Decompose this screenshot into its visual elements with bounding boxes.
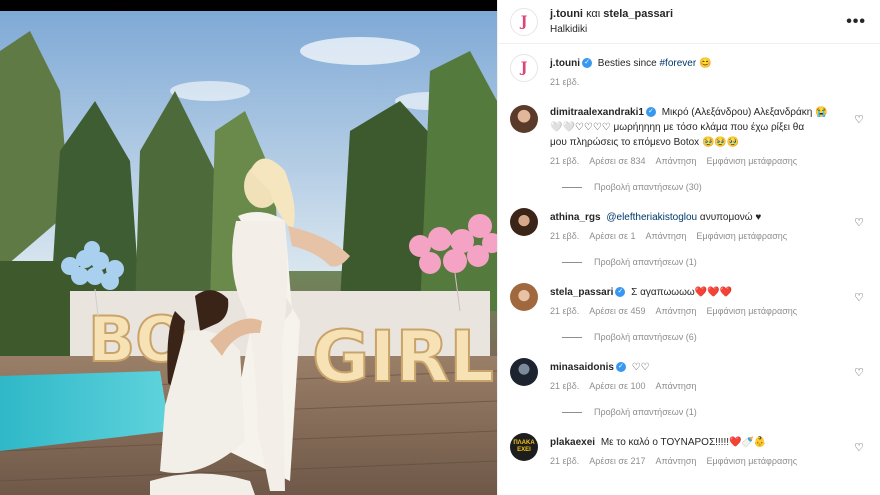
comment-body: stela_passari ✓ Σ αγαπωωωω❤️❤️❤️ 21 εβδ. …	[550, 283, 866, 316]
comment-username[interactable]: athina_rgs	[550, 212, 601, 223]
verified-badge-icon: ✓	[615, 287, 626, 298]
view-replies-label: Προβολή απαντήσεων (1)	[594, 407, 697, 417]
comment-likes[interactable]: Αρέσει σε 834	[589, 156, 645, 166]
comment-time[interactable]: 21 εβδ.	[550, 306, 579, 316]
caption-emoji: 😊	[698, 58, 712, 69]
header-users: j.touni και stela_passari	[550, 7, 846, 22]
comment-username[interactable]: stela_passari	[550, 287, 613, 298]
avatar-letter: J	[520, 13, 528, 30]
header-and: και	[586, 7, 601, 20]
comment-item: minasaidonis ✓ ♡♡ 21 εβδ. Αρέσει σε 100 Α…	[510, 358, 866, 391]
heart-outline-icon[interactable]: ♡	[854, 441, 864, 454]
translate-button[interactable]: Εμφάνιση μετάφρασης	[706, 156, 797, 166]
post-photo[interactable]: BO GIRL	[0, 0, 497, 495]
heart-outline-icon[interactable]: ♡	[854, 291, 864, 304]
post-side-panel: J j.touni και stela_passari Halkidiki ••…	[497, 0, 880, 495]
comment-text-line-1: Μικρό (Αλεξάνδρου) Αλεξανδράκη 😭	[661, 107, 828, 118]
red-hearts-emoji: ❤️❤️❤️	[694, 287, 733, 298]
photo-top-bar	[0, 0, 497, 11]
post-photo-scene: BO GIRL	[0, 11, 497, 495]
comment-body: plakaexei Με το καλό ο ΤΟΥΝΑΡΟΣ!!!!!❤️🍼👶…	[550, 433, 866, 466]
view-replies-button[interactable]: Προβολή απαντήσεων (1)	[562, 407, 866, 417]
comment-emojis: ❤️🍼👶	[729, 437, 767, 448]
commenter-avatar[interactable]	[510, 283, 538, 311]
comment-text: ανυπομονώ ♥	[699, 212, 762, 223]
caption-body: j.touni ✓ Besties since #forever 😊 21 εβδ…	[550, 54, 866, 87]
view-replies-button[interactable]: Προβολή απαντήσεων (1)	[562, 257, 866, 267]
replies-divider	[562, 336, 582, 338]
comment-username[interactable]: dimitraalexandraki1	[550, 107, 644, 118]
reply-button[interactable]: Απάντηση	[656, 456, 697, 466]
comment-body: minasaidonis ✓ ♡♡ 21 εβδ. Αρέσει σε 100 Α…	[550, 358, 866, 391]
comment-text: ♡♡	[631, 362, 650, 373]
view-replies-button[interactable]: Προβολή απαντήσεων (30)	[562, 182, 866, 192]
comment-username[interactable]: minasaidonis	[550, 362, 614, 373]
verified-badge-icon: ✓	[615, 362, 626, 373]
heart-outline-icon[interactable]: ♡	[854, 113, 864, 126]
comment-item: stela_passari ✓ Σ αγαπωωωω❤️❤️❤️ 21 εβδ. …	[510, 283, 866, 316]
author-avatar[interactable]: J	[510, 7, 538, 36]
reply-button[interactable]: Απάντηση	[656, 306, 697, 316]
comment-text-line-2: 🤍🤍♡♡♡♡ μωρήηηηη με τόσο κλάμα που έχω ρί…	[550, 122, 805, 133]
caption-time[interactable]: 21 εβδ.	[550, 77, 579, 87]
comment-time[interactable]: 21 εβδ.	[550, 456, 579, 466]
heart-outline-icon[interactable]: ♡	[854, 366, 864, 379]
comment-text: Σ αγαπωωωω	[631, 287, 695, 298]
comment-username[interactable]: plakaexei	[550, 437, 595, 448]
comments-list: J j.touni ✓ Besties since #forever 😊 21 ε…	[498, 44, 880, 466]
reply-button[interactable]: Απάντηση	[656, 381, 697, 391]
caption-hashtag[interactable]: #forever	[659, 58, 696, 69]
header-text: j.touni και stela_passari Halkidiki	[550, 7, 846, 37]
comment-likes[interactable]: Αρέσει σε 459	[589, 306, 645, 316]
commenter-avatar[interactable]	[510, 208, 538, 236]
header-user-2[interactable]: stela_passari	[603, 8, 673, 20]
commenter-avatar[interactable]	[510, 358, 538, 386]
comment-text-line-3: μου πληρώσεις το επόμενο Botox 🥹🥹🥹	[550, 137, 740, 148]
more-options-icon[interactable]: •••	[846, 13, 866, 31]
comment-mention[interactable]: @eleftheriakistoglou	[606, 212, 697, 223]
commenter-avatar[interactable]: ΠΛΑΚΑ ΕΧΕΙ	[510, 433, 538, 461]
verified-badge-icon: ✓	[582, 58, 592, 69]
post-header: J j.touni και stela_passari Halkidiki ••…	[498, 0, 880, 44]
translate-button[interactable]: Εμφάνιση μετάφρασης	[696, 231, 787, 241]
comment-body: athina_rgs @eleftheriakistoglou ανυπομον…	[550, 208, 866, 241]
heart-outline-icon[interactable]: ♡	[854, 216, 864, 229]
view-replies-label: Προβολή απαντήσεων (6)	[594, 332, 697, 342]
comment-time[interactable]: 21 εβδ.	[550, 156, 579, 166]
caption-text: Besties since	[597, 58, 657, 69]
comment-item: dimitraalexandraki1 ✓ Μικρό (Αλεξάνδρου) …	[510, 105, 866, 166]
view-replies-label: Προβολή απαντήσεων (30)	[594, 182, 702, 192]
translate-button[interactable]: Εμφάνιση μετάφρασης	[706, 456, 797, 466]
comment-body: dimitraalexandraki1 ✓ Μικρό (Αλεξάνδρου) …	[550, 105, 866, 166]
comment-item: ΠΛΑΚΑ ΕΧΕΙ plakaexei Με το καλό ο ΤΟΥΝΑΡ…	[510, 433, 866, 466]
replies-divider	[562, 261, 582, 263]
header-location[interactable]: Halkidiki	[550, 22, 846, 37]
reply-button[interactable]: Απάντηση	[646, 231, 687, 241]
replies-divider	[562, 186, 582, 188]
comment-time[interactable]: 21 εβδ.	[550, 231, 579, 241]
avatar-logo-text: ΠΛΑΚΑ ΕΧΕΙ	[513, 440, 535, 453]
caption-item: J j.touni ✓ Besties since #forever 😊 21 ε…	[510, 54, 866, 87]
comment-time[interactable]: 21 εβδ.	[550, 381, 579, 391]
caption-avatar[interactable]: J	[510, 54, 538, 82]
comment-likes[interactable]: Αρέσει σε 1	[589, 231, 635, 241]
avatar-letter: J	[520, 60, 528, 76]
view-replies-label: Προβολή απαντήσεων (1)	[594, 257, 697, 267]
header-user-1[interactable]: j.touni	[550, 8, 583, 20]
marquee-sign-right: GIRL	[312, 316, 494, 398]
view-replies-button[interactable]: Προβολή απαντήσεων (6)	[562, 332, 866, 342]
translate-button[interactable]: Εμφάνιση μετάφρασης	[706, 306, 797, 316]
comment-item: athina_rgs @eleftheriakistoglou ανυπομον…	[510, 208, 866, 241]
replies-divider	[562, 411, 582, 413]
caption-username[interactable]: j.touni	[550, 58, 580, 69]
comment-likes[interactable]: Αρέσει σε 217	[589, 456, 645, 466]
reply-button[interactable]: Απάντηση	[656, 156, 697, 166]
comment-likes[interactable]: Αρέσει σε 100	[589, 381, 645, 391]
commenter-avatar[interactable]	[510, 105, 538, 133]
verified-badge-icon: ✓	[645, 107, 656, 118]
comment-text: Με το καλό ο ΤΟΥΝΑΡΟΣ!!!!!	[600, 437, 730, 448]
